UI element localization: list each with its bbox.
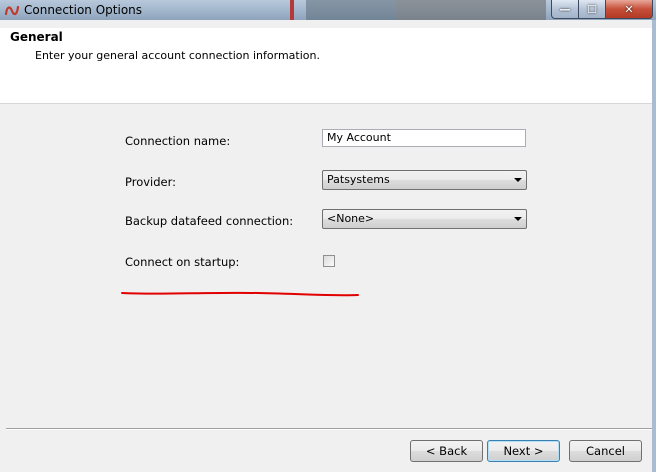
connect-on-startup-checkbox[interactable] bbox=[323, 255, 335, 267]
app-logo-icon bbox=[4, 5, 20, 16]
backup-datafeed-label: Backup datafeed connection: bbox=[125, 214, 294, 228]
provider-label: Provider: bbox=[125, 175, 177, 189]
connection-name-input[interactable]: My Account bbox=[322, 129, 526, 147]
cancel-button[interactable]: Cancel bbox=[569, 440, 642, 462]
connect-on-startup-label: Connect on startup: bbox=[125, 255, 240, 269]
provider-select[interactable]: Patsystems bbox=[322, 170, 527, 190]
maximize-button[interactable]: ☐ bbox=[578, 0, 606, 19]
chevron-down-icon bbox=[514, 178, 522, 182]
minimize-button[interactable]: — bbox=[551, 0, 579, 19]
back-button[interactable]: < Back bbox=[410, 440, 483, 462]
background-window-fragment bbox=[290, 0, 294, 20]
page-description: Enter your general account connection in… bbox=[35, 49, 320, 62]
window-title: Connection Options bbox=[24, 3, 143, 17]
minimize-icon: — bbox=[559, 2, 571, 16]
footer-divider bbox=[6, 428, 652, 430]
wizard-header: General Enter your general account conne… bbox=[0, 28, 652, 104]
close-button[interactable]: ✕ bbox=[605, 0, 653, 19]
backup-datafeed-selected-value: <None> bbox=[327, 212, 375, 225]
title-bar[interactable]: Connection Options — ☐ ✕ bbox=[0, 0, 656, 20]
connection-name-label: Connection name: bbox=[125, 134, 231, 148]
background-window-fragment bbox=[396, 0, 546, 20]
background-window-fragment bbox=[306, 0, 396, 20]
next-button[interactable]: Next > bbox=[487, 440, 560, 462]
chevron-down-icon bbox=[514, 217, 522, 221]
provider-selected-value: Patsystems bbox=[327, 173, 390, 186]
close-icon: ✕ bbox=[624, 2, 634, 16]
backup-datafeed-select[interactable]: <None> bbox=[322, 209, 527, 229]
connection-options-dialog: General Enter your general account conne… bbox=[0, 20, 656, 472]
red-underline-annotation bbox=[121, 291, 359, 297]
maximize-icon: ☐ bbox=[587, 2, 597, 16]
page-title: General bbox=[10, 30, 63, 44]
